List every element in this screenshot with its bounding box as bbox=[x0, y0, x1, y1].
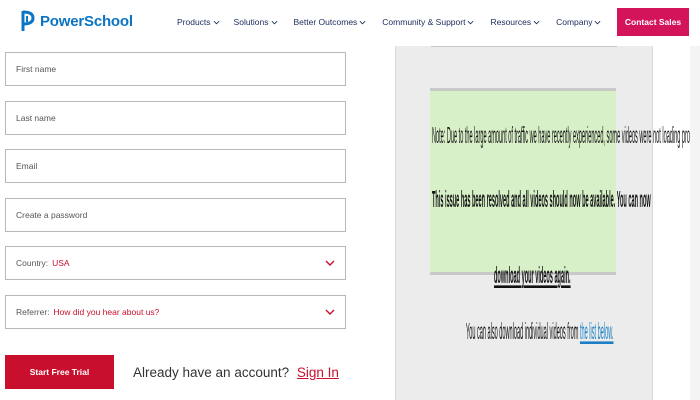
main-nav: Products Solutions Better Outcomes Commu… bbox=[177, 17, 601, 27]
nav-label: Better Outcomes bbox=[293, 17, 358, 27]
nav-label: Company bbox=[556, 17, 593, 27]
nav-label: Products bbox=[177, 17, 211, 27]
nav-label: Resources bbox=[490, 17, 532, 27]
country-select[interactable]: Country: USA bbox=[5, 246, 346, 280]
powerschool-logo-icon bbox=[21, 10, 35, 31]
referrer-label: Referrer: bbox=[16, 307, 50, 317]
notice-link[interactable]: the list below. bbox=[580, 318, 613, 344]
nav-better-outcomes[interactable]: Better Outcomes bbox=[294, 17, 367, 27]
chevron-down-icon bbox=[533, 20, 540, 24]
notice-box bbox=[430, 88, 616, 275]
nav-solutions[interactable]: Solutions bbox=[234, 17, 278, 27]
nav-resources[interactable]: Resources bbox=[490, 17, 540, 27]
first-name-field[interactable]: First name bbox=[5, 52, 346, 86]
email-placeholder: Email bbox=[16, 161, 38, 171]
notice-line-1: Note: Due to the large amount of traffic… bbox=[432, 122, 700, 148]
chevron-down-icon bbox=[595, 20, 601, 24]
nav-community-support[interactable]: Community & Support bbox=[382, 17, 474, 27]
chevron-down-icon bbox=[325, 309, 335, 315]
password-placeholder: Create a password bbox=[16, 210, 88, 220]
scrollbar[interactable] bbox=[690, 46, 700, 400]
logo[interactable]: PowerSchool bbox=[20, 9, 133, 33]
last-name-placeholder: Last name bbox=[16, 113, 56, 123]
nav-label: Community & Support bbox=[382, 17, 466, 27]
notice-line-4-text: You can also download individual videos … bbox=[466, 318, 579, 344]
last-name-field[interactable]: Last name bbox=[5, 101, 346, 135]
site-header: PowerSchool Products Solutions Better Ou… bbox=[0, 0, 700, 46]
nav-products[interactable]: Products bbox=[177, 17, 220, 27]
notice-line-2: This issue has been resolved and all vid… bbox=[432, 186, 651, 212]
chevron-down-icon bbox=[213, 20, 219, 24]
nav-label: Solutions bbox=[233, 17, 269, 27]
chevron-down-icon bbox=[325, 260, 335, 266]
chevron-down-icon bbox=[271, 20, 277, 24]
contact-sales-button[interactable]: Contact Sales bbox=[617, 8, 689, 36]
country-label: Country: bbox=[16, 258, 49, 268]
already-account-text: Already have an account? Sign In bbox=[133, 365, 339, 380]
start-free-trial-button[interactable]: Start Free Trial bbox=[5, 355, 114, 389]
chevron-down-icon bbox=[359, 20, 366, 24]
chevron-down-icon bbox=[468, 20, 474, 24]
nav-company[interactable]: Company bbox=[556, 17, 601, 27]
sign-in-link[interactable]: Sign In bbox=[297, 365, 339, 380]
first-name-placeholder: First name bbox=[16, 64, 57, 74]
password-field[interactable]: Create a password bbox=[5, 198, 346, 232]
notice-line-4: You can also download individual videos … bbox=[466, 318, 613, 344]
logo-text: PowerSchool bbox=[40, 12, 133, 30]
notice-line-3: download your videos again. bbox=[494, 262, 571, 288]
already-account-label: Already have an account? bbox=[133, 365, 290, 380]
country-value: USA bbox=[52, 258, 70, 268]
referrer-select[interactable]: Referrer: How did you hear about us? bbox=[5, 295, 346, 329]
referrer-value: How did you hear about us? bbox=[53, 307, 160, 317]
email-field[interactable]: Email bbox=[5, 149, 346, 183]
